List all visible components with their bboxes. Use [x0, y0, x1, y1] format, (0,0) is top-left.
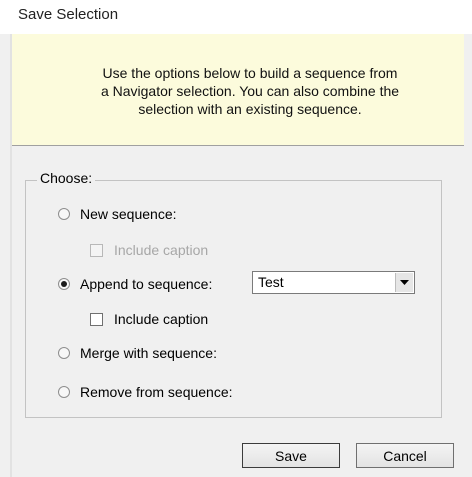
choose-legend: Choose: [37, 170, 96, 186]
merge-with-sequence-radio[interactable] [58, 347, 70, 359]
cancel-button[interactable]: Cancel [356, 443, 454, 468]
new-include-caption-label: Include caption [114, 242, 209, 258]
new-sequence-radio[interactable] [58, 208, 70, 220]
append-to-sequence-option[interactable]: Append to sequence: [58, 274, 212, 294]
title-bar[interactable]: Save Selection [0, 0, 472, 34]
sequence-select-value: Test [258, 274, 284, 290]
sequence-select[interactable]: Test [252, 271, 415, 294]
info-banner-text: Use the options below to build a sequenc… [74, 64, 426, 118]
append-include-caption-label: Include caption [114, 311, 209, 327]
merge-with-sequence-option[interactable]: Merge with sequence: [58, 343, 217, 363]
new-sequence-option[interactable]: New sequence: [58, 204, 177, 224]
new-include-caption-checkbox[interactable] [90, 243, 103, 257]
remove-from-sequence-option[interactable]: Remove from sequence: [58, 382, 233, 402]
append-to-sequence-radio[interactable] [58, 278, 70, 290]
banner-line-3: selection with an existing sequence. [138, 101, 362, 117]
new-include-caption-option[interactable]: Include caption [90, 240, 208, 260]
info-banner: Use the options below to build a sequenc… [12, 34, 464, 146]
banner-line-2: a Navigator selection. You can also comb… [100, 83, 400, 99]
window-title: Save Selection [18, 6, 119, 23]
remove-from-sequence-label: Remove from sequence: [80, 384, 233, 400]
save-button[interactable]: Save [242, 443, 340, 468]
append-include-caption-option[interactable]: Include caption [90, 309, 208, 329]
new-sequence-label: New sequence: [80, 206, 177, 222]
append-to-sequence-label: Append to sequence: [80, 276, 213, 292]
remove-from-sequence-radio[interactable] [58, 386, 70, 398]
chevron-down-icon[interactable] [395, 273, 413, 292]
merge-with-sequence-label: Merge with sequence: [80, 345, 217, 361]
banner-line-1: Use the options below to build a sequenc… [102, 65, 398, 81]
append-include-caption-checkbox[interactable] [90, 312, 103, 326]
